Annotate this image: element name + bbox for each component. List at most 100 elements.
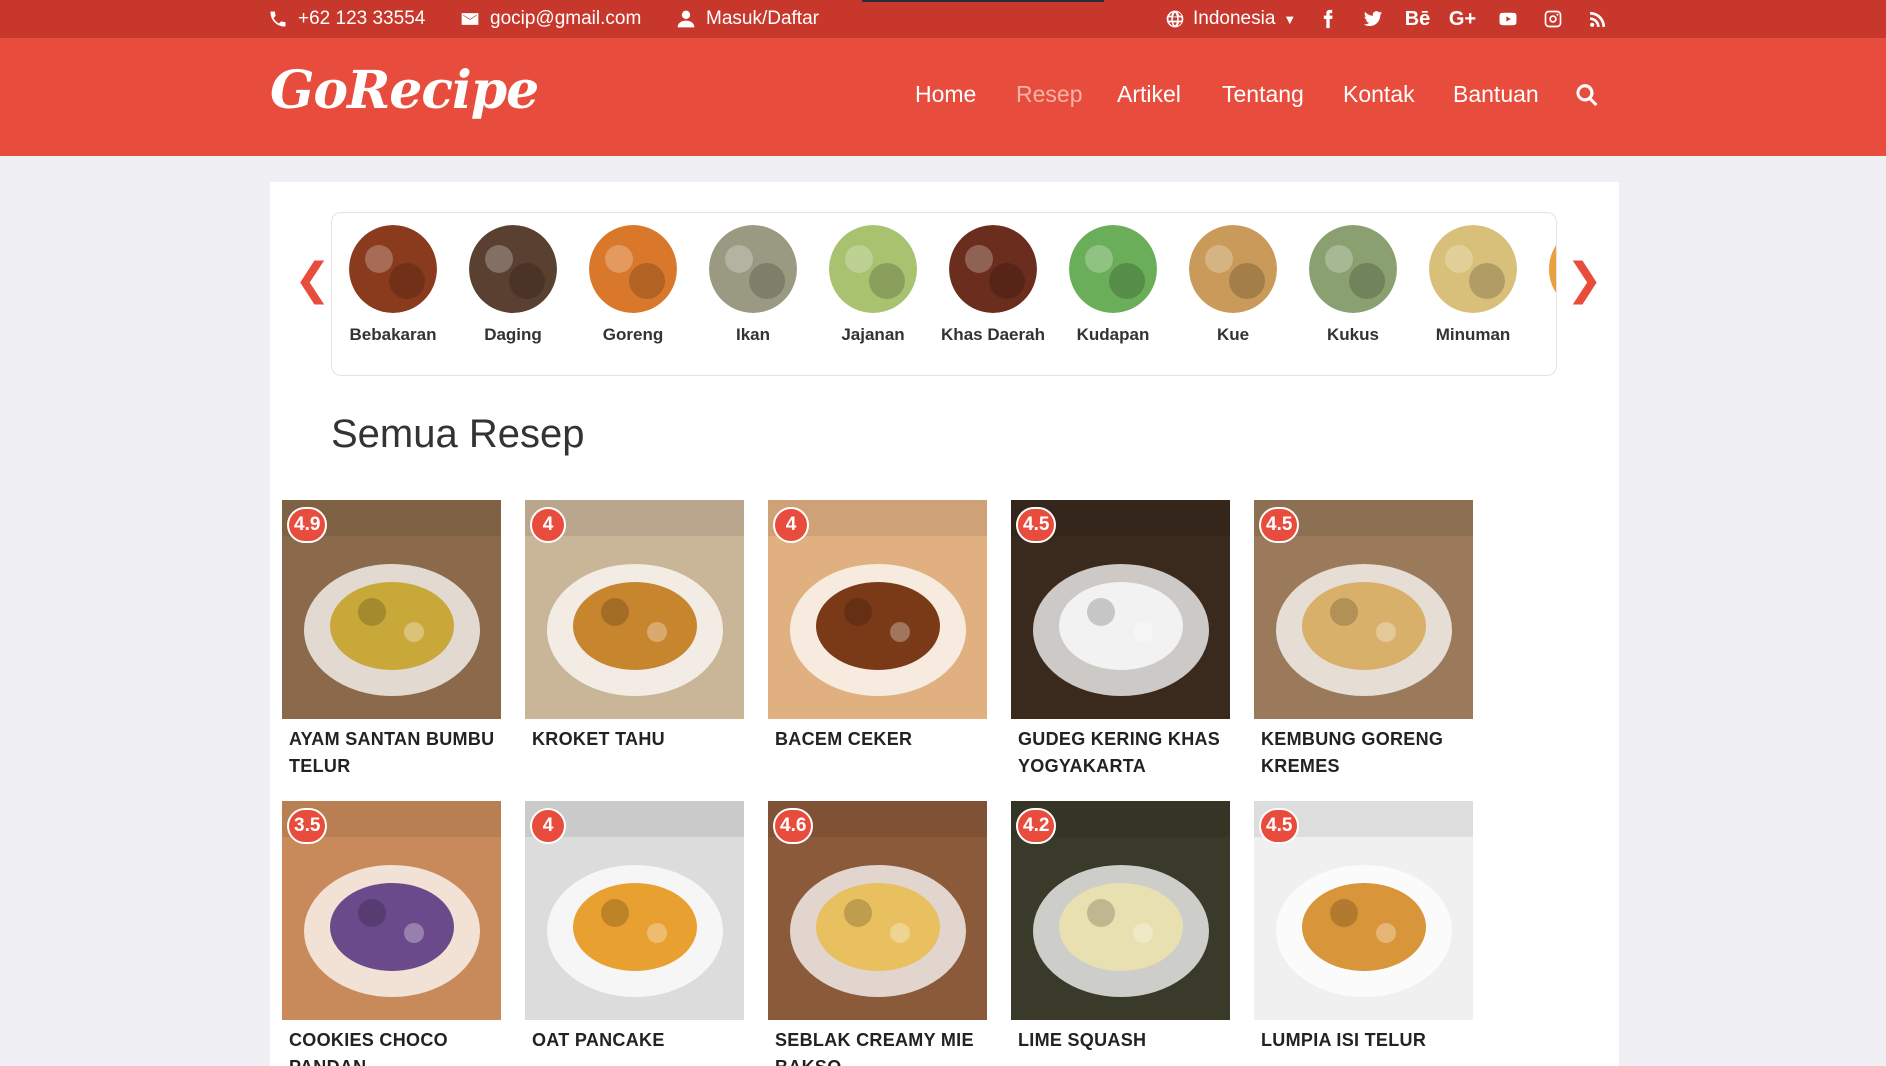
loading-bar — [862, 0, 1104, 2]
recipe-title[interactable]: GUDEG KERING KHAS YOGYAKARTA — [1011, 726, 1230, 780]
recipe-image[interactable]: 4.2 — [1011, 801, 1230, 1020]
category-image — [1429, 225, 1517, 313]
rating-badge: 4 — [530, 507, 566, 543]
recipe-title[interactable]: KROKET TAHU — [525, 726, 744, 753]
recipe-title[interactable]: SEBLAK CREAMY MIE BAKSO — [768, 1027, 987, 1066]
globe-icon — [1166, 10, 1184, 28]
category-label: Kukus — [1327, 325, 1379, 344]
facebook-icon[interactable] — [1305, 9, 1350, 29]
category-item[interactable]: Bebakaran — [333, 225, 453, 345]
recipe-title[interactable]: KEMBUNG GORENG KREMES — [1254, 726, 1473, 780]
rating-badge: 4.9 — [287, 507, 328, 543]
category-image — [589, 225, 677, 313]
category-image — [1189, 225, 1277, 313]
rating-badge: 3.5 — [287, 808, 328, 844]
search-icon — [1576, 84, 1598, 107]
site-logo[interactable]: GoRecipe — [270, 60, 539, 121]
nav-bantuan[interactable]: Bantuan — [1453, 81, 1539, 108]
rating-badge: 4.2 — [1016, 808, 1057, 844]
recipe-image[interactable]: 4.5 — [1254, 801, 1473, 1020]
category-label: Khas Daerah — [941, 325, 1045, 344]
rating-badge: 4 — [530, 808, 566, 844]
category-label: Minuman — [1435, 325, 1511, 344]
recipe-image[interactable]: 4.5 — [1011, 500, 1230, 719]
email-address: gocip@gmail.com — [490, 8, 642, 29]
instagram-icon[interactable] — [1530, 9, 1575, 29]
recipe-title[interactable]: OAT PANCAKE — [525, 1027, 744, 1054]
user-icon — [677, 10, 695, 28]
language-selector[interactable]: Indonesia ▼ — [1165, 0, 1296, 38]
category-image — [829, 225, 917, 313]
category-label: Ikan — [735, 325, 771, 344]
recipe-card[interactable]: 4.2 LIME SQUASH — [1011, 801, 1230, 1054]
carousel-next-button[interactable]: ❯ — [1566, 258, 1603, 302]
rating-badge: 4 — [773, 507, 809, 543]
language-label: Indonesia — [1193, 8, 1276, 29]
rating-badge: 4.6 — [773, 808, 814, 844]
content-panel: ❮ Bebakaran Daging Goreng Ikan Jajanan Khas D… — [270, 182, 1619, 1066]
main-header: GoRecipe Home Resep Artikel Tentang Kont… — [0, 38, 1886, 156]
category-label: Bebakaran — [349, 325, 437, 344]
category-item[interactable]: Goreng — [573, 225, 693, 345]
email-contact[interactable]: gocip@gmail.com — [460, 0, 641, 38]
recipe-card[interactable]: 4.5 LUMPIA ISI TELUR — [1254, 801, 1473, 1054]
category-image — [469, 225, 557, 313]
category-item[interactable]: Daging — [453, 225, 573, 345]
category-item[interactable]: Minuman — [1413, 225, 1533, 345]
nav-tentang[interactable]: Tentang — [1222, 81, 1304, 108]
recipe-title[interactable]: LIME SQUASH — [1011, 1027, 1230, 1054]
nav-kontak[interactable]: Kontak — [1343, 81, 1415, 108]
recipe-title[interactable]: AYAM SANTAN BUMBU TELUR — [282, 726, 501, 780]
nav-resep[interactable]: Resep — [1016, 81, 1082, 108]
recipe-card[interactable]: 4.9 AYAM SANTAN BUMBU TELUR — [282, 500, 501, 780]
category-item[interactable]: Khas Daerah — [933, 225, 1053, 345]
rating-badge: 4.5 — [1259, 507, 1300, 543]
recipe-image[interactable]: 4 — [525, 500, 744, 719]
recipe-image[interactable]: 4 — [768, 500, 987, 719]
login-label: Masuk/Daftar — [706, 8, 819, 29]
rating-badge: 4.5 — [1259, 808, 1300, 844]
category-label: Goreng — [602, 325, 664, 344]
recipe-title[interactable]: COOKIES CHOCO PANDAN — [282, 1027, 501, 1066]
phone-icon — [270, 11, 286, 27]
category-item-partial[interactable] — [1533, 225, 1556, 313]
category-item[interactable]: Kudapan — [1053, 225, 1173, 345]
category-carousel: Bebakaran Daging Goreng Ikan Jajanan Khas Dae… — [331, 212, 1557, 376]
youtube-icon[interactable] — [1485, 9, 1530, 29]
carousel-prev-button[interactable]: ❮ — [294, 258, 331, 302]
nav-home[interactable]: Home — [915, 81, 976, 108]
phone-contact[interactable]: +62 123 33554 — [268, 0, 425, 38]
category-label: Daging — [484, 325, 542, 344]
behance-icon[interactable]: Bē — [1395, 8, 1440, 31]
recipe-image[interactable]: 3.5 — [282, 801, 501, 1020]
category-image — [1309, 225, 1397, 313]
top-bar: +62 123 33554 gocip@gmail.com Masuk/Daft… — [0, 0, 1886, 38]
recipe-card[interactable]: 4 BACEM CEKER — [768, 500, 987, 753]
recipe-card[interactable]: 3.5 COOKIES CHOCO PANDAN — [282, 801, 501, 1066]
twitter-icon[interactable] — [1350, 9, 1395, 29]
search-button[interactable] — [1574, 82, 1600, 108]
recipe-card[interactable]: 4.5 KEMBUNG GORENG KREMES — [1254, 500, 1473, 780]
recipe-card[interactable]: 4.6 SEBLAK CREAMY MIE BAKSO — [768, 801, 987, 1066]
category-image — [349, 225, 437, 313]
category-label: Kue — [1216, 325, 1250, 344]
category-item[interactable]: Kue — [1173, 225, 1293, 345]
social-links: Bē G+ — [1305, 0, 1620, 38]
recipe-card[interactable]: 4.5 GUDEG KERING KHAS YOGYAKARTA — [1011, 500, 1230, 780]
recipe-image[interactable]: 4 — [525, 801, 744, 1020]
rating-badge: 4.5 — [1016, 507, 1057, 543]
category-item[interactable]: Ikan — [693, 225, 813, 345]
google-plus-icon[interactable]: G+ — [1440, 8, 1485, 31]
rss-icon[interactable] — [1575, 9, 1620, 29]
recipe-image[interactable]: 4.6 — [768, 801, 987, 1020]
category-item[interactable]: Kukus — [1293, 225, 1413, 345]
recipe-title[interactable]: BACEM CEKER — [768, 726, 987, 753]
login-link[interactable]: Masuk/Daftar — [676, 0, 819, 38]
recipe-title[interactable]: LUMPIA ISI TELUR — [1254, 1027, 1473, 1054]
recipe-card[interactable]: 4 OAT PANCAKE — [525, 801, 744, 1054]
recipe-image[interactable]: 4.9 — [282, 500, 501, 719]
category-item[interactable]: Jajanan — [813, 225, 933, 345]
nav-artikel[interactable]: Artikel — [1117, 81, 1181, 108]
recipe-card[interactable]: 4 KROKET TAHU — [525, 500, 744, 753]
recipe-image[interactable]: 4.5 — [1254, 500, 1473, 719]
